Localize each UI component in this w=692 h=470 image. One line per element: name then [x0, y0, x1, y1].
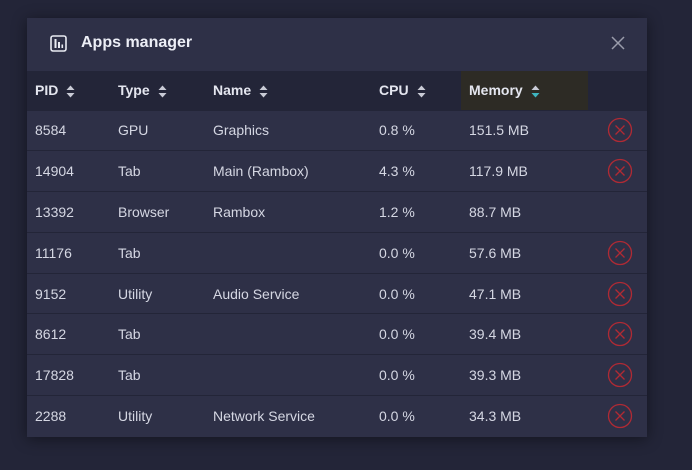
cell-type: Tab [118, 367, 141, 384]
cell-type: Browser [118, 203, 170, 220]
cell-memory: 47.1 MB [469, 285, 522, 302]
cell-cpu: 0.0 % [379, 326, 415, 343]
column-header-type[interactable]: Type [110, 71, 205, 110]
cell-actions [588, 314, 647, 355]
table-row: 8584 GPU Graphics 0.8 % 151.5 MB [27, 110, 647, 151]
cell-pid: 9152 [35, 285, 67, 302]
column-header-label: Memory [469, 82, 523, 99]
cell-type: Tab [118, 326, 141, 343]
cell-name [205, 232, 371, 273]
cell-actions [588, 151, 647, 192]
table-row: 9152 Utility Audio Service 0.0 % 47.1 MB [27, 273, 647, 314]
cell-memory: 117.9 MB [469, 163, 528, 180]
table-row: 13392 Browser Rambox 1.2 % 88.7 MB [27, 191, 647, 233]
cell-actions [588, 192, 647, 233]
cell-pid: 17828 [35, 367, 74, 384]
cell-type: Tab [118, 163, 141, 180]
cell-name: Graphics [213, 122, 270, 139]
circle-x-icon[interactable] [607, 117, 633, 143]
column-header-cpu[interactable]: CPU [371, 71, 461, 110]
column-header-label: PID [35, 82, 59, 99]
circle-x-icon[interactable] [607, 321, 633, 347]
column-header-label: Type [118, 82, 150, 99]
table-header-row: PID Type Name CPU Memory [27, 71, 647, 110]
circle-x-icon[interactable] [607, 362, 633, 388]
cell-memory: 34.3 MB [469, 408, 522, 425]
cell-type: Utility [118, 408, 153, 425]
cell-cpu: 0.0 % [379, 367, 415, 384]
circle-x-icon[interactable] [607, 403, 633, 429]
cell-memory: 88.7 MB [469, 203, 522, 220]
processes-table: PID Type Name CPU Memory 8584 GPU Graphics 0.8 … [27, 71, 647, 436]
cell-pid: 8584 [35, 122, 67, 139]
table-row: 11176 Tab 0.0 % 57.6 MB [27, 232, 647, 273]
sort-icon[interactable] [531, 85, 540, 98]
cell-actions [588, 273, 647, 314]
cell-name: Audio Service [213, 285, 300, 302]
cell-pid: 8612 [35, 326, 67, 343]
bar-chart-icon [50, 35, 67, 52]
column-header-memory[interactable]: Memory [461, 71, 588, 110]
cell-type: GPU [118, 122, 149, 139]
cell-name [205, 355, 371, 396]
close-icon[interactable] [610, 35, 626, 51]
cell-cpu: 1.2 % [379, 203, 415, 220]
cell-pid: 2288 [35, 408, 67, 425]
column-header-label: Name [213, 82, 252, 99]
cell-memory: 39.3 MB [469, 367, 522, 384]
sort-icon[interactable] [259, 85, 268, 98]
cell-actions [588, 396, 647, 437]
sort-icon[interactable] [158, 85, 167, 98]
circle-x-icon[interactable] [607, 158, 633, 184]
cell-cpu: 0.0 % [379, 244, 415, 261]
table-row: 2288 Utility Network Service 0.0 % 34.3 MB [27, 395, 647, 437]
cell-actions [588, 232, 647, 273]
cell-name: Rambox [213, 203, 266, 220]
table-row: 8612 Tab 0.0 % 39.4 MB [27, 313, 647, 355]
column-header-name[interactable]: Name [205, 71, 371, 110]
cell-cpu: 0.0 % [379, 285, 415, 302]
table-row: 14904 Tab Main (Rambox) 4.3 % 117.9 MB [27, 150, 647, 192]
sort-icon[interactable] [417, 85, 426, 98]
cell-type: Tab [118, 244, 141, 261]
cell-pid: 11176 [35, 244, 72, 261]
cell-cpu: 0.0 % [379, 408, 415, 425]
cell-type: Utility [118, 285, 153, 302]
cell-memory: 57.6 MB [469, 244, 522, 261]
dialog-header: Apps manager [27, 18, 647, 71]
column-header-label: CPU [379, 82, 409, 99]
cell-name: Network Service [213, 408, 315, 425]
table-row: 17828 Tab 0.0 % 39.3 MB [27, 354, 647, 396]
sort-icon[interactable] [66, 85, 75, 98]
cell-cpu: 0.8 % [379, 122, 415, 139]
cell-memory: 151.5 MB [469, 122, 529, 139]
circle-x-icon[interactable] [607, 281, 633, 307]
apps-manager-dialog: Apps manager PID Type Name CPU Memory 8584 GP… [27, 18, 647, 437]
circle-x-icon[interactable] [607, 240, 633, 266]
cell-pid: 13392 [35, 203, 74, 220]
table-body: 8584 GPU Graphics 0.8 % 151.5 MB 14904 Tab Main… [27, 110, 647, 436]
cell-memory: 39.4 MB [469, 326, 522, 343]
dialog-title: Apps manager [81, 34, 193, 51]
column-header-actions [588, 71, 647, 110]
cell-cpu: 4.3 % [379, 163, 415, 180]
cell-name: Main (Rambox) [213, 163, 309, 180]
cell-name [205, 314, 371, 355]
cell-pid: 14904 [35, 163, 74, 180]
cell-actions [588, 110, 647, 151]
cell-actions [588, 355, 647, 396]
column-header-pid[interactable]: PID [27, 71, 110, 110]
